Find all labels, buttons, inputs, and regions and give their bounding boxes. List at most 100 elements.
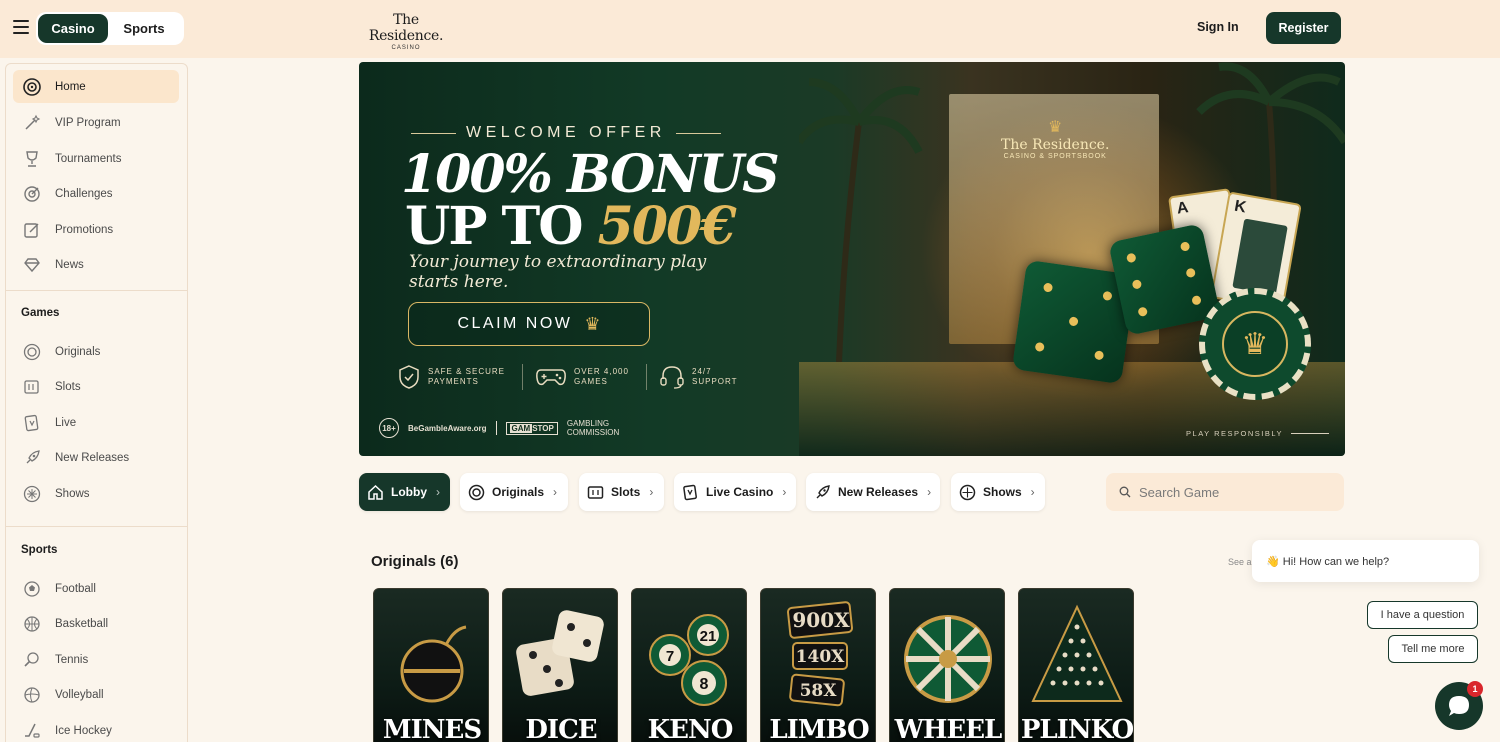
game-card-dice[interactable]: DICE <box>502 588 618 742</box>
sidebar-item-news[interactable]: News <box>13 248 179 281</box>
sidebar-item-live[interactable]: Live <box>13 406 179 439</box>
age-18-badge: 18+ <box>379 418 399 438</box>
chevron-right-icon: › <box>553 485 558 499</box>
sports-tab[interactable]: Sports <box>108 14 180 43</box>
rocket-icon <box>814 484 831 501</box>
ace-card-label: A <box>1175 199 1190 218</box>
volleyball-icon <box>22 685 42 705</box>
chevron-right-icon: › <box>927 485 932 499</box>
chat-option-tell-me-more[interactable]: Tell me more <box>1388 635 1478 663</box>
sidebar-item-label: Originals <box>55 345 101 358</box>
sidebar-item-label: Slots <box>55 380 81 393</box>
rocket-icon <box>22 448 42 468</box>
begambleaware-logo[interactable]: BeGambleAware.org <box>408 424 487 433</box>
game-name: LIMBO <box>769 715 869 742</box>
bonus-up-to: UP TO <box>405 196 598 257</box>
slots-icon <box>587 484 604 501</box>
see-all-link[interactable]: See a <box>1228 557 1252 567</box>
game-card-plinko[interactable]: PLINKO <box>1018 588 1134 742</box>
tab-label: Slots <box>611 485 641 499</box>
sidebar-item-shows[interactable]: Shows <box>13 477 179 510</box>
sidebar-item-slots[interactable]: Slots <box>13 370 179 403</box>
sidebar-item-new-releases[interactable]: New Releases <box>13 441 179 474</box>
tab-new-releases[interactable]: New Releases › <box>806 473 940 511</box>
originals-section-title: Originals (6) <box>371 553 459 570</box>
casino-tab[interactable]: Casino <box>38 14 108 43</box>
tab-shows[interactable]: Shows › <box>951 473 1045 511</box>
game-card-wheel[interactable]: WHEEL <box>889 588 1005 742</box>
sidebar-item-home[interactable]: Home <box>13 70 179 103</box>
sidebar-item-tennis[interactable]: Tennis <box>13 643 179 676</box>
crown-icon: ♛ <box>1048 119 1063 136</box>
chat-icon <box>1449 696 1469 716</box>
trophy-icon <box>22 149 42 169</box>
casino-chip-image: ♛ <box>1199 288 1311 400</box>
sign-name: The Residence. <box>1001 137 1110 153</box>
sidebar-item-label: VIP Program <box>55 116 121 129</box>
game-card-keno[interactable]: 21 7 8 KENO <box>631 588 747 742</box>
gamepad-icon <box>536 369 566 386</box>
claim-now-label: CLAIM NOW <box>457 315 573 332</box>
claim-now-button[interactable]: CLAIM NOW ♛ <box>408 302 650 346</box>
live-icon <box>682 484 699 501</box>
headset-icon <box>660 366 684 389</box>
site-logo[interactable]: The Residence. CASINO <box>358 12 454 51</box>
sidebar-item-originals[interactable]: Originals <box>13 335 179 368</box>
sidebar-item-label: Football <box>55 582 96 595</box>
play-responsibly-label: PLAY RESPONSIBLY <box>1186 429 1329 438</box>
feature-text: 24/7 SUPPORT <box>692 367 738 386</box>
sidebar-item-challenges[interactable]: Challenges <box>13 177 179 210</box>
tab-label: Shows <box>983 485 1022 499</box>
sidebar-item-label: Tennis <box>55 653 89 666</box>
sidebar-item-football[interactable]: Football <box>13 572 179 605</box>
chat-option-question[interactable]: I have a question <box>1367 601 1478 629</box>
tab-slots[interactable]: Slots › <box>579 473 664 511</box>
target-icon <box>22 184 42 204</box>
game-name: PLINKO <box>1020 715 1134 742</box>
svg-text:7: 7 <box>666 648 674 665</box>
tab-lobby[interactable]: Lobby › <box>359 473 450 511</box>
sign-in-button[interactable]: Sign In <box>1197 20 1239 34</box>
gambling-commission-logo[interactable]: GAMBLING COMMISSION <box>567 419 623 437</box>
tab-originals[interactable]: Originals › <box>460 473 568 511</box>
chat-greeting-bubble: 👋 Hi! How can we help? <box>1252 540 1479 582</box>
crown-icon: ♛ <box>584 313 601 334</box>
tab-live-casino[interactable]: Live Casino › <box>674 473 796 511</box>
sidebar-item-tournaments[interactable]: Tournaments <box>13 142 179 175</box>
sidebar-item-label: New Releases <box>55 451 130 464</box>
slots-icon <box>22 377 42 397</box>
register-button[interactable]: Register <box>1266 12 1341 44</box>
game-card-mines[interactable]: MINES <box>373 588 489 742</box>
feature-support: 24/7 SUPPORT <box>647 364 754 390</box>
sidebar-item-volleyball[interactable]: Volleyball <box>13 678 179 711</box>
tab-label: Originals <box>492 485 545 499</box>
compliance-logos: 18+ BeGambleAware.org GAM STOP GAMBLING C… <box>379 418 623 438</box>
welcome-offer-banner[interactable]: ♛ The Residence. CASINO & SPORTSBOOK A K… <box>359 62 1345 456</box>
search-input[interactable] <box>1139 484 1329 500</box>
game-name: WHEEL <box>894 715 1003 742</box>
sidebar-item-promotions[interactable]: Promotions <box>13 213 179 246</box>
chat-greeting-text: 👋 Hi! How can we help? <box>1266 555 1390 568</box>
welcome-text: WELCOME OFFER <box>466 124 666 141</box>
sidebar-item-vip-program[interactable]: VIP Program <box>13 106 179 139</box>
sidebar-item-ice-hockey[interactable]: Ice Hockey <box>13 714 179 742</box>
gamstop-logo-gam: GAM <box>509 423 533 433</box>
residence-sign: ♛ The Residence. CASINO & SPORTSBOOK <box>1001 117 1109 160</box>
svg-text:21: 21 <box>700 628 717 645</box>
tab-label: New Releases <box>838 485 919 499</box>
gamstop-logo[interactable]: GAM STOP <box>505 421 558 435</box>
originals-icon <box>468 484 485 501</box>
games-section-title: Games <box>21 307 60 319</box>
sidebar: Home VIP Program Tournaments Challenges … <box>5 63 188 742</box>
game-card-limbo[interactable]: 900X 140X 58X LIMBO <box>760 588 876 742</box>
hamburger-menu-icon[interactable] <box>13 20 29 34</box>
shows-icon <box>959 484 976 501</box>
search-game-field[interactable] <box>1106 473 1344 511</box>
bonus-amount-headline: UP TO 500€ <box>405 196 737 257</box>
chat-unread-badge: 1 <box>1467 681 1483 697</box>
svg-text:58X: 58X <box>800 681 838 701</box>
tab-label: Live Casino <box>706 485 774 499</box>
sidebar-item-label: Shows <box>55 487 90 500</box>
bonus-amount: 500€ <box>597 196 737 257</box>
sidebar-item-basketball[interactable]: Basketball <box>13 607 179 640</box>
